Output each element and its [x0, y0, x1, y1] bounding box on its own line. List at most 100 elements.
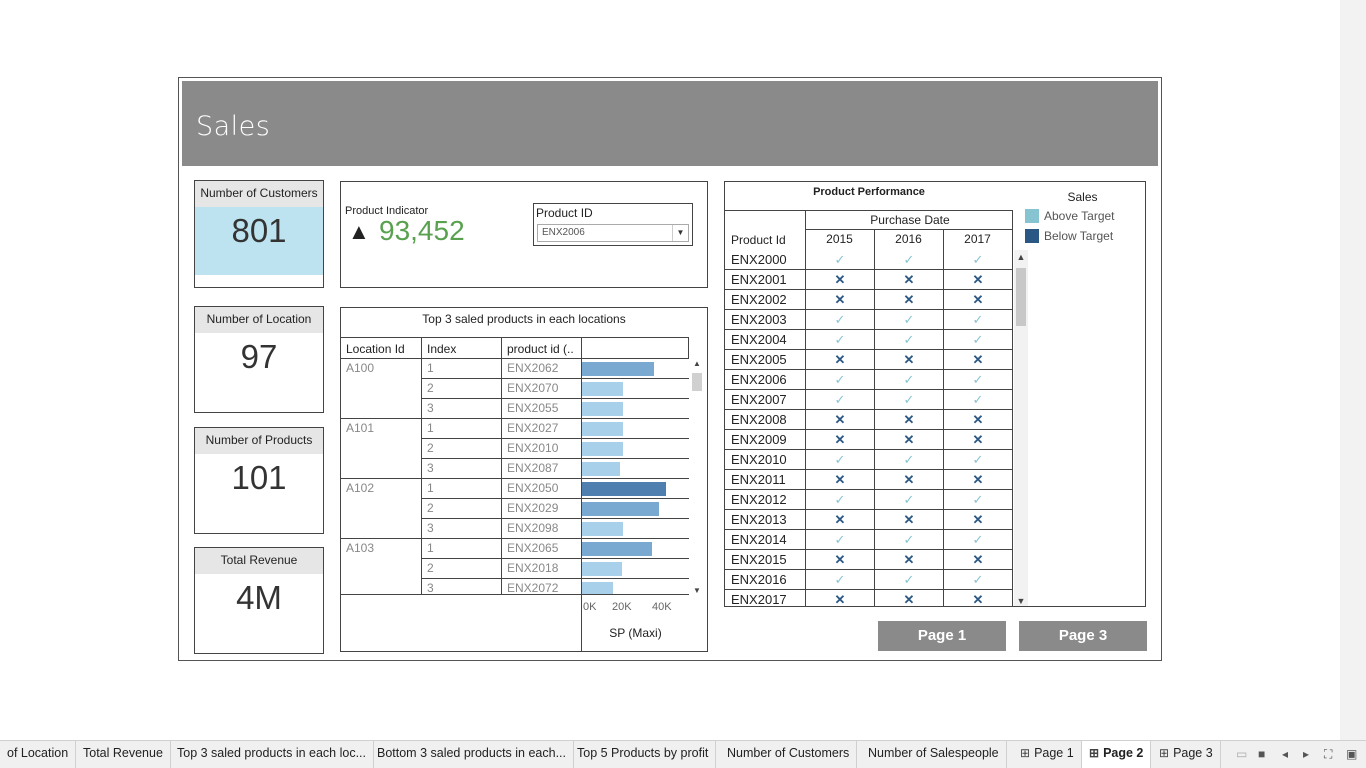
- cross-icon[interactable]: ✕: [805, 550, 874, 570]
- check-icon[interactable]: ✓: [874, 330, 943, 350]
- table-row[interactable]: 1 ENX2027: [341, 419, 689, 439]
- performance-scrollbar[interactable]: ▲ ▼: [1014, 250, 1028, 606]
- cross-icon[interactable]: ✕: [943, 430, 1012, 450]
- table-row[interactable]: 3 ENX2072: [341, 579, 689, 594]
- table-row[interactable]: ENX2011 ✕ ✕ ✕: [725, 470, 1013, 490]
- cross-icon[interactable]: ✕: [805, 470, 874, 490]
- table-row[interactable]: 2 ENX2010: [341, 439, 689, 459]
- table-row[interactable]: ENX2006 ✓ ✓ ✓: [725, 370, 1013, 390]
- sheet-tab[interactable]: Top 5 Products by profit: [570, 741, 717, 768]
- table-row[interactable]: ENX2014 ✓ ✓ ✓: [725, 530, 1013, 550]
- page3-button[interactable]: Page 3: [1019, 621, 1147, 651]
- kpi-customers[interactable]: Number of Customers 801: [194, 180, 324, 288]
- window-scrollbar[interactable]: [1340, 0, 1366, 740]
- check-icon[interactable]: ✓: [943, 310, 1012, 330]
- scroll-thumb[interactable]: [692, 373, 702, 391]
- year-header[interactable]: 2016: [874, 232, 943, 246]
- check-icon[interactable]: ✓: [943, 490, 1012, 510]
- scroll-thumb[interactable]: [1016, 268, 1026, 326]
- table-row[interactable]: ENX2005 ✕ ✕ ✕: [725, 350, 1013, 370]
- cross-icon[interactable]: ✕: [943, 590, 1012, 606]
- table-row[interactable]: 3 ENX2087: [341, 459, 689, 479]
- bar[interactable]: [582, 562, 622, 576]
- product-id-dropdown[interactable]: ENX2006 ▼: [537, 224, 689, 242]
- check-icon[interactable]: ✓: [943, 530, 1012, 550]
- table-row[interactable]: ENX2004 ✓ ✓ ✓: [725, 330, 1013, 350]
- cross-icon[interactable]: ✕: [805, 410, 874, 430]
- dropdown-arrow-icon[interactable]: ▼: [672, 225, 688, 241]
- scroll-down-icon[interactable]: ▼: [1014, 596, 1028, 606]
- page1-button[interactable]: Page 1: [878, 621, 1006, 651]
- cross-icon[interactable]: ✕: [943, 270, 1012, 290]
- check-icon[interactable]: ✓: [805, 530, 874, 550]
- table-row[interactable]: ENX2013 ✕ ✕ ✕: [725, 510, 1013, 530]
- bar[interactable]: [582, 542, 652, 556]
- check-icon[interactable]: ✓: [805, 490, 874, 510]
- top3-body[interactable]: A100 1 ENX2062 2 ENX2070 3 ENX2055 A101 1 ENX2027…: [341, 359, 689, 595]
- cross-icon[interactable]: ✕: [874, 290, 943, 310]
- table-row[interactable]: ENX2007 ✓ ✓ ✓: [725, 390, 1013, 410]
- next-sheet-icon[interactable]: ▸: [1303, 747, 1309, 761]
- table-row[interactable]: ENX2003 ✓ ✓ ✓: [725, 310, 1013, 330]
- cross-icon[interactable]: ✕: [874, 510, 943, 530]
- check-icon[interactable]: ✓: [943, 390, 1012, 410]
- table-row[interactable]: ENX2015 ✕ ✕ ✕: [725, 550, 1013, 570]
- prev-sheet-icon[interactable]: ◂: [1282, 747, 1288, 761]
- table-row[interactable]: ENX2017 ✕ ✕ ✕: [725, 590, 1013, 606]
- cross-icon[interactable]: ✕: [805, 590, 874, 606]
- bar[interactable]: [582, 522, 623, 536]
- sheet-tab[interactable]: Number of Salespeople: [861, 741, 1007, 768]
- column-header-product-id[interactable]: product id (..: [502, 338, 582, 359]
- cross-icon[interactable]: ✕: [805, 430, 874, 450]
- legend-item-below[interactable]: Below Target: [1025, 229, 1140, 249]
- kpi-location[interactable]: Number of Location 97: [194, 306, 324, 413]
- fullscreen-icon[interactable]: ⛶: [1324, 747, 1332, 762]
- product-id-label[interactable]: Product Id: [731, 233, 786, 247]
- cross-icon[interactable]: ✕: [805, 270, 874, 290]
- check-icon[interactable]: ✓: [805, 330, 874, 350]
- bar[interactable]: [582, 482, 666, 496]
- scroll-up-icon[interactable]: ▲: [1014, 252, 1028, 262]
- top3-scrollbar[interactable]: ▲ ▼: [691, 359, 703, 595]
- sheet-tab[interactable]: of Location: [0, 741, 77, 768]
- scroll-down-icon[interactable]: ▼: [691, 586, 703, 595]
- sheet-tab[interactable]: Total Revenue: [76, 741, 171, 768]
- table-row[interactable]: ENX2010 ✓ ✓ ✓: [725, 450, 1013, 470]
- bar[interactable]: [582, 422, 623, 436]
- check-icon[interactable]: ✓: [874, 370, 943, 390]
- cross-icon[interactable]: ✕: [943, 350, 1012, 370]
- check-icon[interactable]: ✓: [874, 390, 943, 410]
- table-row[interactable]: ENX2012 ✓ ✓ ✓: [725, 490, 1013, 510]
- cross-icon[interactable]: ✕: [805, 350, 874, 370]
- cross-icon[interactable]: ✕: [874, 470, 943, 490]
- table-row[interactable]: ENX2008 ✕ ✕ ✕: [725, 410, 1013, 430]
- sheet-tab[interactable]: Top 3 saled products in each loc...: [170, 741, 375, 768]
- column-header-index[interactable]: Index: [422, 338, 502, 359]
- cross-icon[interactable]: ✕: [943, 290, 1012, 310]
- check-icon[interactable]: ✓: [874, 450, 943, 470]
- table-row[interactable]: 1 ENX2065: [341, 539, 689, 559]
- cross-icon[interactable]: ✕: [943, 510, 1012, 530]
- table-row[interactable]: 1 ENX2050: [341, 479, 689, 499]
- check-icon[interactable]: ✓: [874, 530, 943, 550]
- sheet-tab[interactable]: ⊞ Page 3: [1152, 741, 1221, 768]
- check-icon[interactable]: ✓: [943, 570, 1012, 590]
- bar[interactable]: [582, 442, 623, 456]
- check-icon[interactable]: ✓: [805, 390, 874, 410]
- check-icon[interactable]: ✓: [943, 450, 1012, 470]
- table-row[interactable]: ENX2001 ✕ ✕ ✕: [725, 270, 1013, 290]
- bar[interactable]: [582, 402, 623, 416]
- table-row[interactable]: ENX2002 ✕ ✕ ✕: [725, 290, 1013, 310]
- sheet-tab[interactable]: Bottom 3 saled products in each...: [370, 741, 574, 768]
- bar[interactable]: [582, 382, 623, 396]
- table-row[interactable]: 1 ENX2062: [341, 359, 689, 379]
- check-icon[interactable]: ✓: [943, 330, 1012, 350]
- table-row[interactable]: 2 ENX2018: [341, 559, 689, 579]
- cross-icon[interactable]: ✕: [943, 410, 1012, 430]
- cross-icon[interactable]: ✕: [874, 430, 943, 450]
- table-row[interactable]: 2 ENX2070: [341, 379, 689, 399]
- cross-icon[interactable]: ✕: [805, 290, 874, 310]
- sheet-tab[interactable]: ⊞ Page 1: [1013, 741, 1082, 768]
- performance-body[interactable]: ENX2000 ✓ ✓ ✓ ENX2001 ✕ ✕ ✕ ENX2002 ✕ ✕ ✕ ENX2003 ✓ ✓ ✓…: [725, 250, 1013, 606]
- cross-icon[interactable]: ✕: [874, 270, 943, 290]
